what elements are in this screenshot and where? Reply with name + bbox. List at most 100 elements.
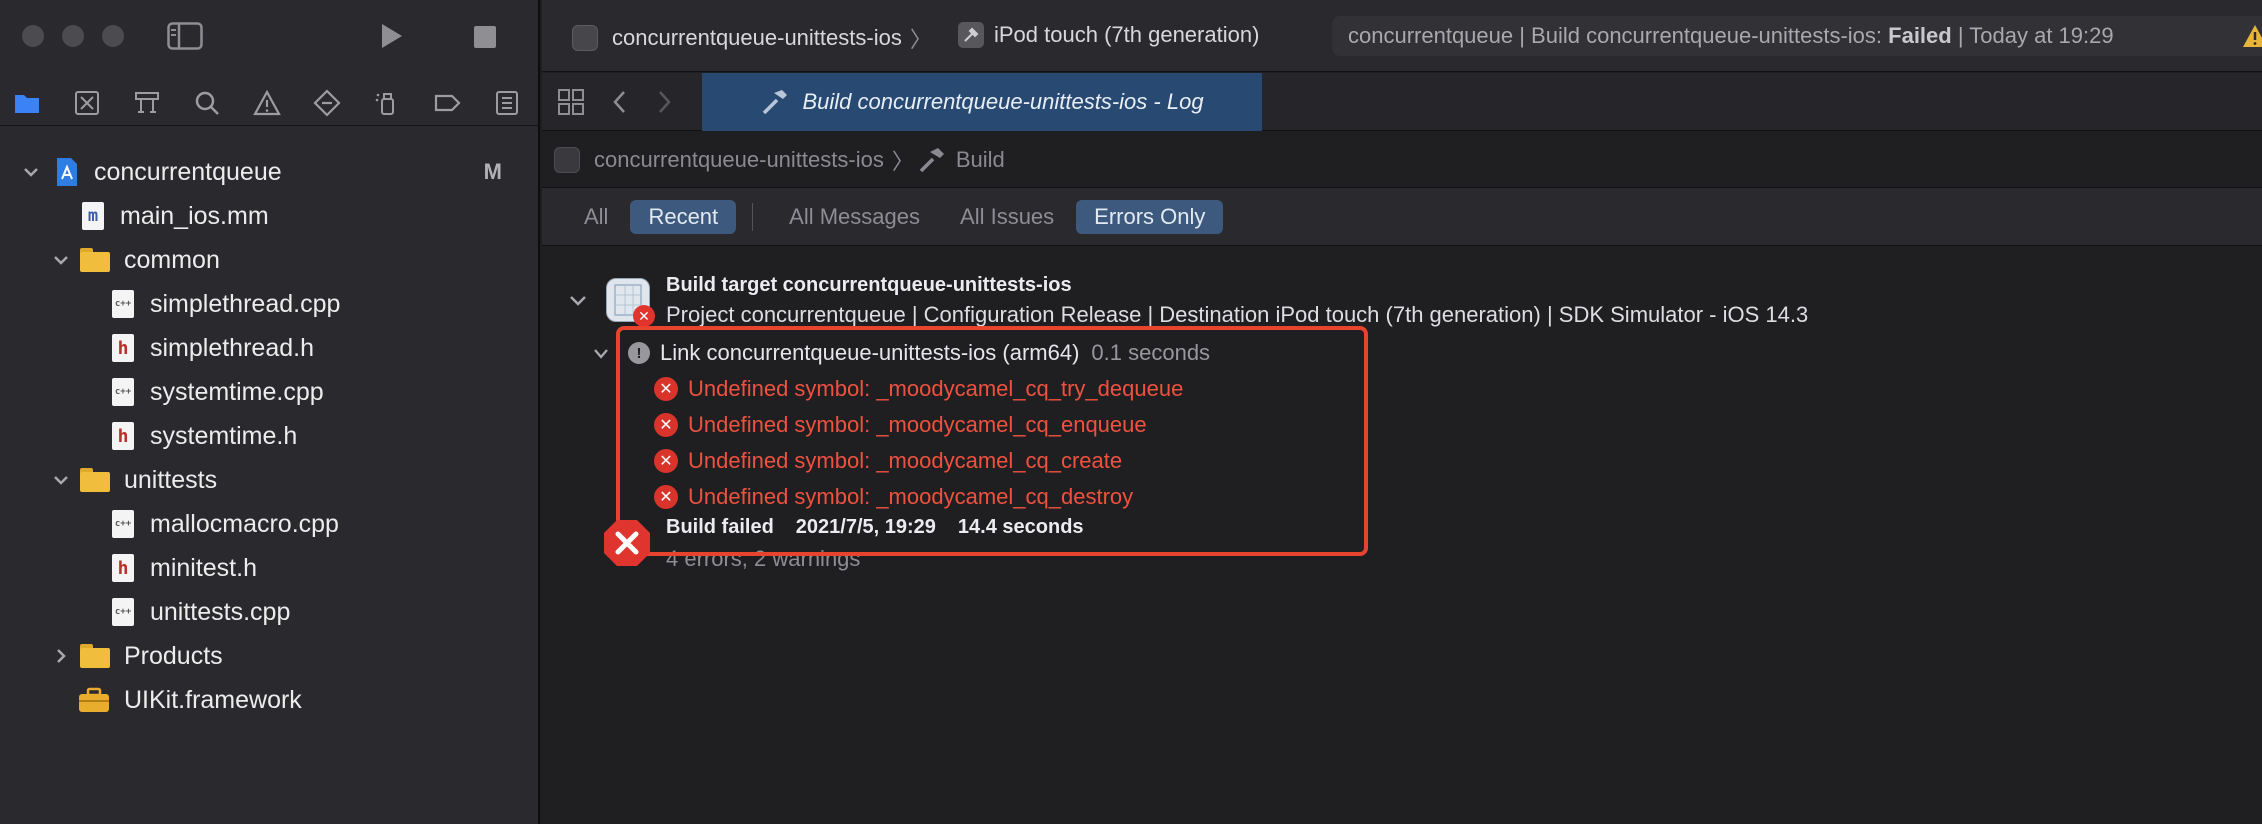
stop-button[interactable] <box>470 22 500 52</box>
tree-item-folder[interactable]: unittests <box>0 460 217 500</box>
zoom-window-button[interactable] <box>102 25 124 47</box>
run-button[interactable] <box>374 20 408 52</box>
target-detail: Project concurrentqueue | Configuration … <box>666 302 1809 327</box>
chevron-down-icon[interactable] <box>50 249 72 271</box>
editor-tab-bar: Build concurrentqueue-unittests-ios - Lo… <box>542 73 2262 131</box>
sidebar-toolbar <box>0 0 540 72</box>
chevron-down-icon[interactable] <box>592 346 610 367</box>
highlight-box <box>616 326 1368 556</box>
tree-item-framework[interactable]: UIKit.framework <box>78 680 302 720</box>
minimize-window-button[interactable] <box>62 25 84 47</box>
jumpbar-target[interactable]: concurrentqueue-unittests-ios <box>594 147 884 173</box>
tree-item-label: mallocmacro.cpp <box>150 509 339 538</box>
filter-all[interactable]: All <box>566 200 626 234</box>
breakpoint-navigator-tab[interactable] <box>430 88 464 118</box>
chevron-right-icon[interactable] <box>50 645 72 667</box>
find-navigator-tab[interactable] <box>190 88 224 118</box>
filter-recent[interactable]: Recent <box>630 199 737 234</box>
header-file-icon: h <box>110 334 136 362</box>
tree-item-label: systemtime.h <box>150 421 298 450</box>
objc-file-icon: m <box>80 202 106 230</box>
toolbox-icon <box>78 686 110 714</box>
tree-item-label: systemtime.cpp <box>150 377 324 406</box>
tree-item-file[interactable]: h simplethread.h <box>110 328 314 368</box>
tree-item-file[interactable]: c++ unittests.cpp <box>110 592 290 632</box>
tree-item-label: simplethread.h <box>150 333 314 362</box>
build-log: ✕ Build target concurrentqueue-unittests… <box>542 246 2262 824</box>
related-items-button[interactable] <box>556 87 586 117</box>
warning-icon[interactable] <box>2242 24 2262 48</box>
source-control-navigator-tab[interactable] <box>70 88 104 118</box>
chevron-down-icon[interactable] <box>568 292 588 315</box>
tab-build-log[interactable]: Build concurrentqueue-unittests-ios - Lo… <box>702 73 1262 131</box>
tree-item-file[interactable]: c++ simplethread.cpp <box>110 284 340 324</box>
cpp-file-icon: c++ <box>110 378 136 406</box>
tree-item-label: Products <box>124 641 223 670</box>
header-file-icon: h <box>110 554 136 582</box>
target-app-icon: ✕ <box>606 278 655 327</box>
filter-errors-only[interactable]: Errors Only <box>1076 199 1224 234</box>
device-label: iPod touch (7th generation) <box>994 22 1260 47</box>
breakpoint-tag-icon <box>434 94 461 112</box>
folder-icon <box>80 642 110 670</box>
report-navigator-tab[interactable] <box>490 88 524 118</box>
error-badge-icon: ✕ <box>633 305 655 327</box>
device-icon <box>958 22 984 48</box>
filter-all-issues[interactable]: All Issues <box>942 200 1072 234</box>
tree-item-folder[interactable]: Products <box>0 636 223 676</box>
xcode-project-icon <box>54 158 80 186</box>
activity-viewer[interactable]: concurrentqueue | Build concurrentqueue-… <box>1332 16 2262 56</box>
window-toolbar: concurrentqueue-unittests-ios 〉 iPod tou… <box>542 0 2262 72</box>
destination-selector[interactable]: iPod touch (7th generation) <box>958 22 1259 48</box>
report-list-icon <box>496 91 518 115</box>
symbol-navigator-tab[interactable] <box>130 88 164 118</box>
modified-badge: M <box>483 159 502 184</box>
hammer-icon <box>919 147 944 172</box>
tree-item-label: unittests <box>124 465 218 494</box>
scheme-selector[interactable]: concurrentqueue-unittests-ios 〉 <box>572 22 940 54</box>
tree-item-label: minitest.h <box>150 553 257 582</box>
hammer-icon <box>763 90 788 115</box>
project-navigator-tab[interactable] <box>10 88 44 118</box>
build-failed-octagon-icon <box>602 518 652 568</box>
tree-item-file[interactable]: c++ mallocmacro.cpp <box>110 504 339 544</box>
tree-item-file[interactable]: c++ systemtime.cpp <box>110 372 324 412</box>
stop-icon <box>474 26 496 48</box>
tree-item-label: common <box>124 245 220 274</box>
back-button[interactable] <box>608 87 632 117</box>
forward-button[interactable] <box>652 87 676 117</box>
test-diamond-icon <box>313 89 341 117</box>
issue-navigator-tab[interactable] <box>250 88 284 118</box>
folder-icon <box>80 246 110 274</box>
grid-icon <box>558 89 584 115</box>
header-file-icon: h <box>110 422 136 450</box>
close-window-button[interactable] <box>22 25 44 47</box>
cpp-file-icon: c++ <box>110 598 136 626</box>
toggle-navigator-button[interactable] <box>166 20 204 52</box>
chevron-right-icon: 〉 <box>891 148 914 174</box>
tree-item-file[interactable]: h minitest.h <box>110 548 257 588</box>
tree-item-label: UIKit.framework <box>124 685 302 714</box>
navigator-sidebar: concurrentqueue M m main_ios.mm common c… <box>0 0 540 824</box>
scheme-icon <box>572 25 598 51</box>
test-navigator-tab[interactable] <box>310 88 344 118</box>
tree-item-file[interactable]: h systemtime.h <box>110 416 297 456</box>
filter-all-messages[interactable]: All Messages <box>771 200 938 234</box>
activity-prefix: concurrentqueue | Build concurrentqueue-… <box>1348 23 1889 48</box>
tree-item-folder[interactable]: common <box>0 240 220 280</box>
navigator-selector-bar <box>0 80 540 126</box>
jumpbar-action[interactable]: Build <box>956 147 1005 173</box>
tree-item-label: concurrentqueue <box>94 157 282 186</box>
jump-bar: concurrentqueue-unittests-ios 〉 Build <box>542 132 2262 188</box>
hierarchy-icon <box>135 92 159 113</box>
warning-triangle-icon <box>253 89 281 116</box>
chevron-down-icon[interactable] <box>20 161 42 183</box>
chevron-right-icon: 〉 <box>909 27 932 52</box>
debug-navigator-tab[interactable] <box>370 88 404 118</box>
chevron-down-icon[interactable] <box>50 469 72 491</box>
search-icon <box>195 91 219 115</box>
chevron-left-icon <box>613 91 625 113</box>
tree-item-project[interactable]: concurrentqueue M <box>0 152 540 192</box>
scheme-label: concurrentqueue-unittests-ios <box>612 25 902 50</box>
tree-item-file[interactable]: m main_ios.mm <box>80 196 269 236</box>
